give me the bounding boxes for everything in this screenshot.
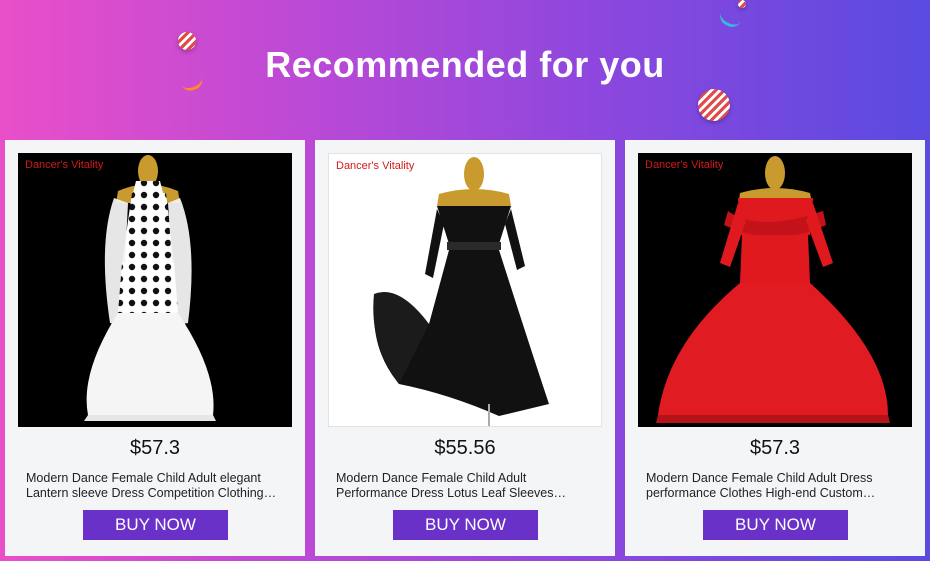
product-image[interactable]: Dancer's Vitality [18,153,292,427]
brand-watermark: Dancer's Vitality [645,159,724,171]
confetti-ribbon-icon [716,11,742,31]
product-image[interactable]: Dancer's Vitality [638,153,912,427]
product-title[interactable]: Modern Dance Female Child Adult elegant … [26,471,288,501]
decorative-ball-icon [738,0,746,8]
dress-illustration-red [656,156,890,423]
product-card[interactable]: Dancer's Vitality $55.56 Modern Dance Fe… [315,140,615,556]
product-title[interactable]: Modern Dance Female Child Adult Dress pe… [646,471,908,501]
brand-watermark: Dancer's Vitality [336,160,415,172]
product-price: $55.56 [434,437,496,459]
dress-illustration-white [84,155,216,421]
product-card[interactable]: Dancer's Vitality $57.3 Modern Dance Fem… [5,140,305,556]
product-image[interactable]: Dancer's Vitality [328,153,602,427]
buy-now-button[interactable]: BUY NOW [83,510,228,540]
product-card[interactable]: Dancer's Vitality $57.3 Modern Dance Fem… [625,140,925,556]
decorative-ball-icon [698,89,730,121]
dress-illustration-black [373,157,549,426]
section-title: Recommended for you [265,44,665,85]
brand-watermark: Dancer's Vitality [25,159,104,171]
product-list: Dancer's Vitality $57.3 Modern Dance Fem… [5,140,925,556]
product-price: $57.3 [129,437,181,459]
product-title[interactable]: Modern Dance Female Child Adult Performa… [336,471,598,501]
product-price: $57.3 [749,437,801,459]
buy-now-button[interactable]: BUY NOW [703,510,848,540]
buy-now-button[interactable]: BUY NOW [393,510,538,540]
